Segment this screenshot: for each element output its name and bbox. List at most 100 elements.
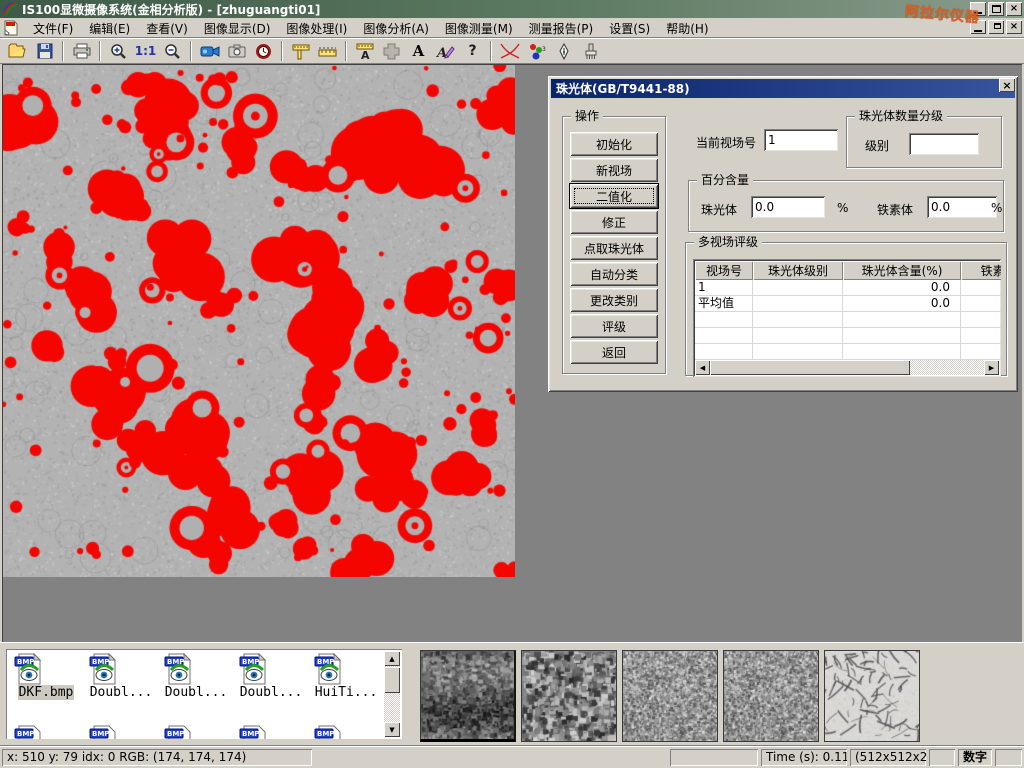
curve-tool-button[interactable] [497,40,522,62]
bmp-file-icon: BMP [312,653,344,685]
current-field-input[interactable] [764,129,838,151]
table-horizontal-scrollbar[interactable]: ◀ ▶ [695,360,999,375]
scrollbar-thumb[interactable] [710,360,910,375]
file-item[interactable]: BMP Doubl... [162,653,230,700]
brush-button[interactable] [578,40,603,62]
menu-image-processing[interactable]: 图像处理(I) [278,18,355,39]
dialog-close-button[interactable]: × [999,78,1015,92]
file-item[interactable]: BMP [12,725,80,739]
svg-text:BMP: BMP [242,730,259,738]
menu-help[interactable]: 帮助(H) [658,18,716,39]
ferrite-percent-input[interactable] [927,196,997,218]
print-button[interactable] [69,40,94,62]
close-button[interactable]: × [1006,2,1022,16]
return-button[interactable]: 返回 [570,340,658,364]
scrollbar-thumb[interactable] [384,667,400,693]
timer-button[interactable] [251,40,276,62]
gallery-thumbnail[interactable] [521,650,617,742]
zoom-in-button[interactable] [106,40,131,62]
file-item[interactable]: BMP [312,725,380,739]
file-item[interactable]: BMP [87,725,155,739]
menu-image-display[interactable]: 图像显示(D) [196,18,279,39]
grade-input[interactable] [909,133,979,155]
caliper-button[interactable] [288,40,313,62]
actual-size-button[interactable]: 1:1 [133,40,158,62]
child-minimize-button[interactable] [970,20,986,34]
caliper-icon [292,43,310,60]
gallery-thumbnail[interactable] [420,650,516,742]
grid-cross-button[interactable] [379,40,404,62]
auto-classify-button[interactable]: 自动分类 [570,262,658,286]
gallery-thumbnail[interactable] [824,650,920,742]
menu-file[interactable]: 文件(F) [25,18,81,39]
pearlite-percent-input[interactable] [751,196,825,218]
child-close-button[interactable]: × [1006,20,1022,34]
rate-button[interactable]: 评级 [570,314,658,338]
file-item[interactable]: BMP DKF.bmp [12,653,80,700]
open-button[interactable] [5,40,30,62]
current-field-label: 当前视场号 [696,134,756,151]
file-name[interactable]: Doubl... [239,685,304,700]
file-item[interactable]: BMP Doubl... [87,653,155,700]
menu-view[interactable]: 查看(V) [138,18,196,39]
grading-group: 珠光体数量分级 级别 [846,116,1002,168]
menu-edit[interactable]: 编辑(E) [81,18,138,39]
annotate-button[interactable]: A [433,40,458,62]
text-button[interactable]: A [406,40,431,62]
gallery-thumbnail[interactable] [723,650,819,742]
correct-button[interactable]: 修正 [570,210,658,234]
file-item[interactable]: BMP [237,725,305,739]
file-item[interactable]: BMP Doubl... [237,653,305,700]
scroll-left-button[interactable]: ◀ [695,360,710,375]
binarize-button[interactable]: 二值化 [570,184,658,208]
file-list-scrollbar[interactable]: ▲ ▼ [384,651,400,737]
zoom-out-button[interactable] [160,40,185,62]
gallery-thumbnail[interactable] [622,650,718,742]
micrograph-image[interactable] [3,65,515,577]
grading-group-title: 珠光体数量分级 [855,109,947,123]
file-name[interactable]: Doubl... [164,685,229,700]
measure-label-button[interactable]: A [352,40,377,62]
minimize-button[interactable] [970,2,986,16]
svg-text:BMP: BMP [317,730,334,738]
col-ferrite-content[interactable]: 铁素体含量(%) [961,261,1001,280]
video-capture-button[interactable] [197,40,222,62]
child-restore-button[interactable] [988,20,1004,34]
file-name[interactable]: Doubl... [89,685,154,700]
table-row[interactable]: 1 0.0 [695,280,999,296]
col-pearlite-grade[interactable]: 珠光体级别 [753,261,843,280]
rating-table-header: 视场号 珠光体级别 珠光体含量(%) 铁素体含量(%) [695,261,999,280]
file-item[interactable]: BMP HuiTi... [312,653,380,700]
phase-particles-button[interactable]: 3 [524,40,549,62]
file-name[interactable]: DKF.bmp [18,685,75,700]
menu-image-analysis[interactable]: 图像分析(A) [355,18,437,39]
svg-text:BMP: BMP [92,730,109,738]
bmp-file-icon: BMP [87,653,119,685]
menu-measure-report[interactable]: 测量报告(P) [521,18,602,39]
bmp-file-icon: BMP [237,725,269,739]
file-item[interactable]: BMP [162,725,230,739]
restore-button[interactable] [988,2,1004,16]
col-field-no[interactable]: 视场号 [695,261,753,280]
pick-pearlite-button[interactable]: 点取珠光体 [570,236,658,260]
camera-capture-button[interactable] [224,40,249,62]
scrollbar-track[interactable] [910,360,984,375]
new-field-button[interactable]: 新视场 [570,158,658,182]
scroll-right-button[interactable]: ▶ [984,360,999,375]
scroll-down-button[interactable]: ▼ [384,722,400,737]
workspace: 珠光体(GB/T9441-88) × 操作 初始化 新视场 二值化 修正 点取珠… [2,64,1022,642]
save-button[interactable] [32,40,57,62]
help-button[interactable]: ? [460,40,485,62]
table-row[interactable]: 平均值 0.0 [695,296,999,312]
pen-nib-icon [558,43,570,60]
col-pearlite-content[interactable]: 珠光体含量(%) [843,261,961,280]
bmp-file-icon: BMP [12,725,44,739]
menu-image-measure[interactable]: 图像测量(M) [437,18,521,39]
menu-settings[interactable]: 设置(S) [601,18,658,39]
pen-button[interactable] [551,40,576,62]
initialize-button[interactable]: 初始化 [570,132,658,156]
file-name[interactable]: HuiTi... [314,685,379,700]
change-class-button[interactable]: 更改类别 [570,288,658,312]
scroll-up-button[interactable]: ▲ [384,651,400,666]
ruler-button[interactable] [315,40,340,62]
